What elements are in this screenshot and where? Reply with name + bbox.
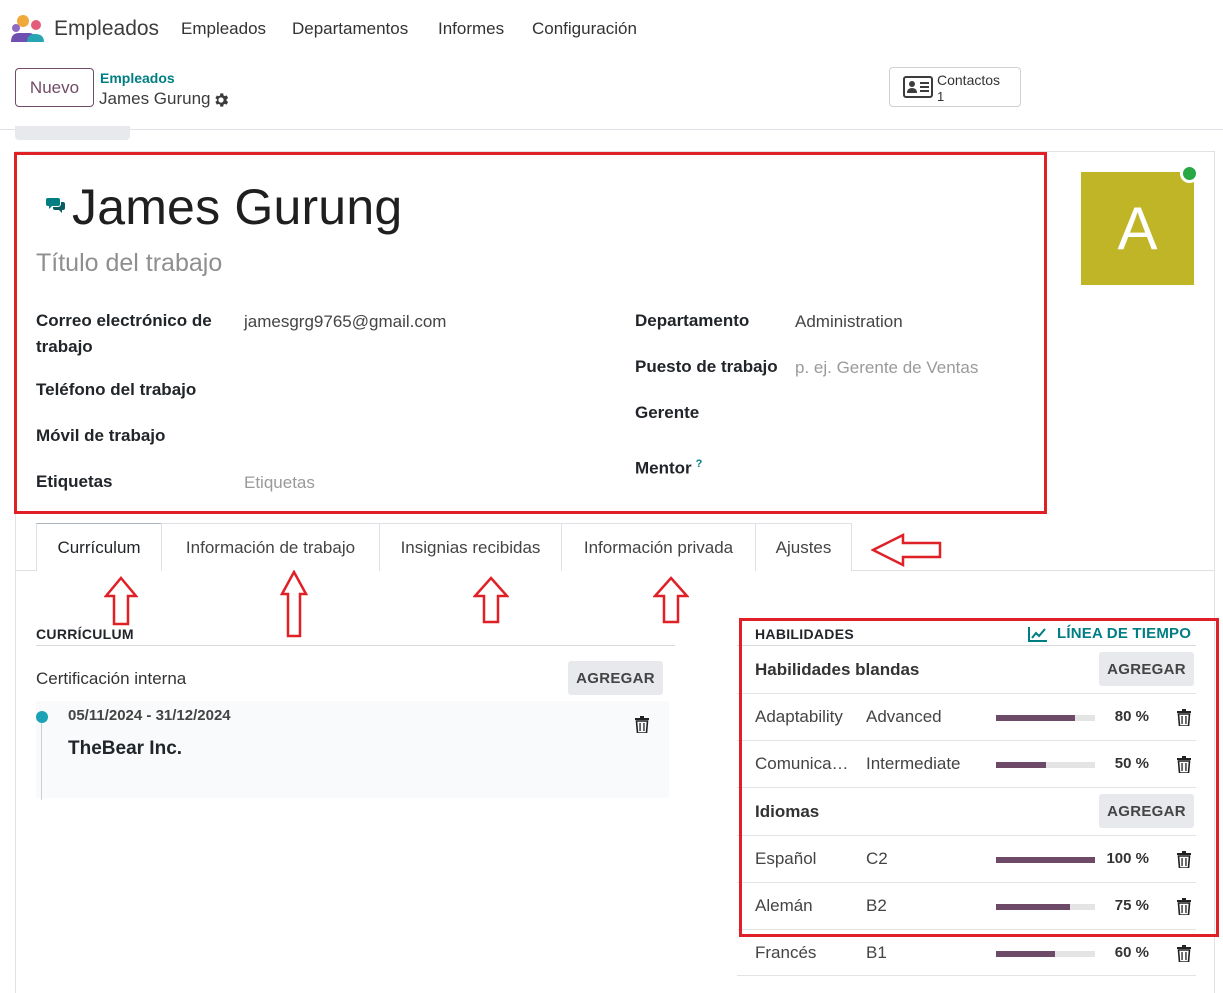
tab-informacion-de-trabajo[interactable]: Información de trabajo — [161, 523, 380, 571]
chart-line-icon[interactable] — [1028, 626, 1048, 642]
skill-progress-bar — [996, 762, 1095, 768]
skill-progress-fill — [996, 857, 1095, 863]
chat-icon[interactable] — [46, 196, 66, 214]
contacts-count: 1 — [937, 89, 945, 104]
new-button[interactable]: Nuevo — [15, 68, 94, 107]
annotation-arrow-up — [653, 576, 689, 624]
breadcrumb-current: James Gurung — [99, 89, 211, 108]
resume-group-title: Certificación interna — [36, 669, 187, 688]
employee-avatar[interactable]: A — [1081, 172, 1194, 285]
skill-level: B1 — [866, 943, 887, 962]
skill-name: Francés — [755, 943, 817, 962]
help-tooltip-icon[interactable]: ? — [696, 458, 703, 470]
skill-progress-bar — [996, 857, 1095, 863]
job-title-field[interactable]: Título del trabajo — [36, 249, 222, 278]
skill-row[interactable]: Adaptability Advanced 80 % — [737, 693, 1196, 740]
active-tab-gap — [37, 569, 161, 572]
tab-ajustes[interactable]: Ajustes — [755, 523, 852, 571]
resume-section-rule — [36, 645, 675, 646]
add-soft-skill-button[interactable]: AGREGAR — [1099, 652, 1194, 686]
add-language-button[interactable]: AGREGAR — [1099, 794, 1194, 828]
skill-name: Español — [755, 849, 817, 868]
resume-entry-dates: 05/11/2024 - 31/12/2024 — [68, 707, 231, 724]
skill-row[interactable]: Francés B1 60 % — [737, 929, 1196, 976]
resume-section-title: CURRÍCULUM — [36, 626, 134, 642]
skill-name: Adaptability — [755, 707, 843, 726]
annotation-arrow-up — [104, 576, 138, 626]
skill-row[interactable]: Comunicación Intermediate 50 % — [737, 740, 1196, 787]
work-phone-label: Teléfono del trabajo — [36, 380, 197, 399]
timeline-dot — [36, 711, 48, 723]
job-position-input[interactable]: p. ej. Gerente de Ventas — [795, 355, 978, 381]
skill-progress-value: 100 % — [1106, 850, 1149, 867]
work-mobile-label: Móvil de trabajo — [36, 426, 166, 445]
skill-name: Alemán — [755, 896, 813, 915]
menu-item-empleados[interactable]: Empleados — [181, 19, 266, 39]
skill-level: B2 — [866, 896, 887, 915]
skill-progress-value: 50 % — [1114, 755, 1149, 772]
timeline-link[interactable]: LÍNEA DE TIEMPO — [1057, 625, 1191, 642]
skill-progress-fill — [996, 715, 1076, 721]
top-navbar: Empleados Empleados Departamentos Inform… — [0, 0, 1223, 58]
skill-level: C2 — [866, 849, 888, 868]
annotation-arrow-up — [473, 576, 509, 624]
contacts-smart-button[interactable]: Contactos 1 — [889, 67, 1021, 107]
menu-item-informes[interactable]: Informes — [438, 19, 504, 39]
skills-section-title: HABILIDADES — [755, 626, 854, 642]
tab-insignias-recibidas[interactable]: Insignias recibidas — [379, 523, 562, 571]
employees-app-icon[interactable] — [10, 14, 46, 44]
trash-icon[interactable] — [635, 716, 649, 733]
address-card-icon — [903, 76, 933, 98]
skill-progress-fill — [996, 951, 1056, 957]
trash-icon[interactable] — [1177, 898, 1191, 915]
timeline-line — [41, 723, 42, 800]
app-name[interactable]: Empleados — [54, 17, 159, 41]
manager-label: Gerente — [635, 403, 700, 422]
contacts-label: Contactos — [937, 72, 1001, 88]
skill-level: Intermediate — [866, 754, 961, 773]
control-panel: Nuevo Empleados James Gurung Contactos 1 — [0, 58, 1223, 130]
skill-progress-bar — [996, 951, 1095, 957]
mentor-label: Mentor? — [635, 451, 702, 482]
mentor-label-text: Mentor — [635, 458, 692, 478]
skill-group-title: Idiomas — [755, 802, 820, 821]
trash-icon[interactable] — [1177, 709, 1191, 726]
department-value[interactable]: Administration — [795, 309, 903, 335]
tab-curriculum[interactable]: Currículum — [36, 523, 162, 571]
skill-progress-value: 75 % — [1114, 897, 1149, 914]
employee-name[interactable]: James Gurung — [72, 178, 402, 236]
work-email-label: Correo electrónico de trabajo — [36, 311, 212, 356]
job-position-label: Puesto de trabajo — [635, 357, 778, 376]
skill-row[interactable]: Español C2 100 % — [737, 835, 1196, 882]
status-bar-button[interactable] — [15, 126, 130, 140]
skill-progress-value: 60 % — [1114, 944, 1149, 961]
trash-icon[interactable] — [1177, 851, 1191, 868]
skill-progress-fill — [996, 904, 1071, 910]
annotation-arrow-up — [280, 570, 308, 638]
tags-input[interactable]: Etiquetas — [244, 470, 315, 496]
presence-status-dot — [1180, 164, 1199, 183]
trash-icon[interactable] — [1177, 756, 1191, 773]
skill-group-title: Habilidades blandas — [755, 660, 920, 679]
menu-item-configuracion[interactable]: Configuración — [532, 19, 637, 39]
gear-icon[interactable] — [212, 91, 230, 109]
skill-progress-fill — [996, 762, 1046, 768]
skill-progress-bar — [996, 904, 1095, 910]
breadcrumb-parent[interactable]: Empleados — [100, 70, 175, 86]
menu-item-departamentos[interactable]: Departamentos — [292, 19, 408, 39]
skill-level: Advanced — [866, 707, 942, 726]
skill-row[interactable]: Alemán B2 75 % — [737, 882, 1196, 929]
department-label: Departamento — [635, 311, 750, 330]
annotation-arrow-left — [871, 532, 942, 568]
skill-progress-bar — [996, 715, 1095, 721]
resume-entry-name: TheBear Inc. — [68, 738, 183, 759]
skill-name: Comunicación — [755, 754, 855, 773]
work-email-value[interactable]: jamesgrg9765@gmail.com — [244, 309, 446, 335]
skill-progress-value: 80 % — [1114, 708, 1149, 725]
tab-informacion-privada[interactable]: Información privada — [561, 523, 756, 571]
tags-label: Etiquetas — [36, 472, 113, 491]
trash-icon[interactable] — [1177, 945, 1191, 962]
add-resume-line-button[interactable]: AGREGAR — [568, 661, 663, 695]
